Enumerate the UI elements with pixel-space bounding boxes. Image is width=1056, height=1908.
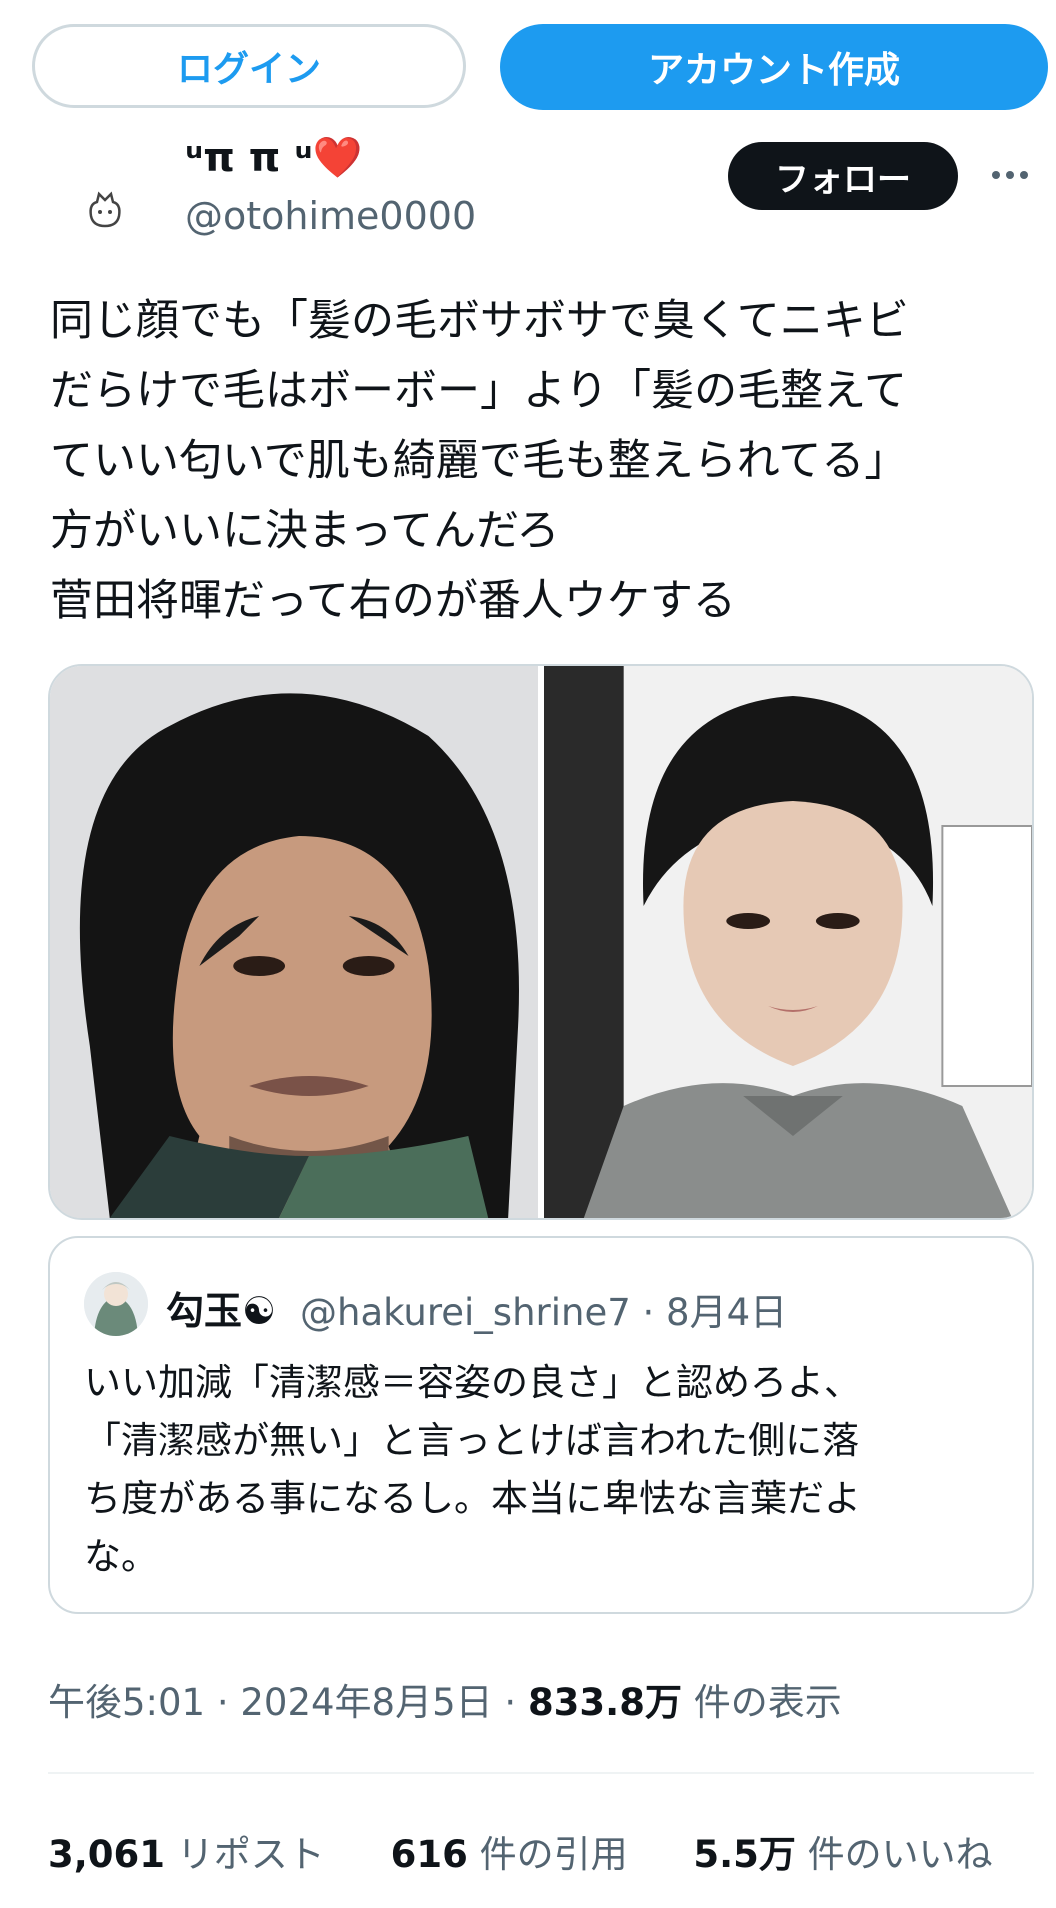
- create-account-button[interactable]: アカウント作成: [500, 24, 1048, 110]
- author-avatar[interactable]: [50, 155, 160, 265]
- quoted-tweet-text: いい加減「清潔感＝容姿の良さ」と認めろよ、 「清潔感が無い」と言っとけば言われた…: [84, 1361, 861, 1578]
- author-handle[interactable]: @otohime0000: [185, 194, 476, 238]
- tweet-time[interactable]: 午後5:01: [48, 1681, 205, 1724]
- more-icon[interactable]: [985, 150, 1035, 200]
- views-label: 件の表示: [693, 1681, 842, 1724]
- likes-stat[interactable]: 5.5万 件のいいね: [693, 1824, 992, 1878]
- tweet-meta: 午後5:01 · 2024年8月5日 · 833.8万 件の表示: [48, 1672, 842, 1726]
- photo-long-hair[interactable]: [50, 666, 538, 1218]
- tweet-text: 同じ顔でも「髪の毛ボサボサで臭くてニキビ だらけで毛はボーボー」より「髪の毛整え…: [50, 296, 909, 626]
- divider: [48, 1772, 1034, 1774]
- follow-button[interactable]: フォロー: [728, 142, 958, 210]
- reposts-stat[interactable]: 3,061 リポスト: [48, 1824, 325, 1878]
- meta-separator: ·: [216, 1681, 241, 1724]
- quoted-tweet[interactable]: 勾玉☯ @hakurei_shrine7 · 8月4日 いい加減「清潔感＝容姿の…: [48, 1236, 1034, 1614]
- quotes-count: 616: [390, 1833, 468, 1876]
- tweet-header: ᵘπ π ᵘ❤️ @otohime0000 フォロー: [0, 130, 1056, 265]
- photo-short-hair[interactable]: [544, 666, 1032, 1218]
- login-button[interactable]: ログイン: [32, 24, 466, 108]
- quoted-author-handle-date: @hakurei_shrine7 · 8月4日: [300, 1291, 788, 1334]
- reposts-count: 3,061: [48, 1833, 166, 1876]
- quotes-label: 件の引用: [479, 1833, 628, 1876]
- views-count: 833.8万: [527, 1681, 682, 1724]
- likes-count: 5.5万: [693, 1833, 796, 1876]
- quoted-author-name: 勾玉☯: [166, 1289, 277, 1333]
- likes-label: 件のいいね: [807, 1833, 993, 1876]
- reposts-label: リポスト: [176, 1833, 325, 1876]
- top-bar: ログイン アカウント作成: [0, 0, 1056, 120]
- author-display-name[interactable]: ᵘπ π ᵘ❤️: [185, 134, 362, 181]
- tweet-stats: 3,061 リポスト 616 件の引用 5.5万 件のいいね: [48, 1824, 1047, 1878]
- tweet-media[interactable]: [48, 664, 1034, 1220]
- meta-separator: ·: [504, 1681, 528, 1724]
- quotes-stat[interactable]: 616 件の引用: [391, 1824, 628, 1878]
- cat-icon: [89, 191, 121, 228]
- tweet-date[interactable]: 2024年8月5日: [240, 1681, 492, 1724]
- quoted-author-avatar: [84, 1272, 148, 1336]
